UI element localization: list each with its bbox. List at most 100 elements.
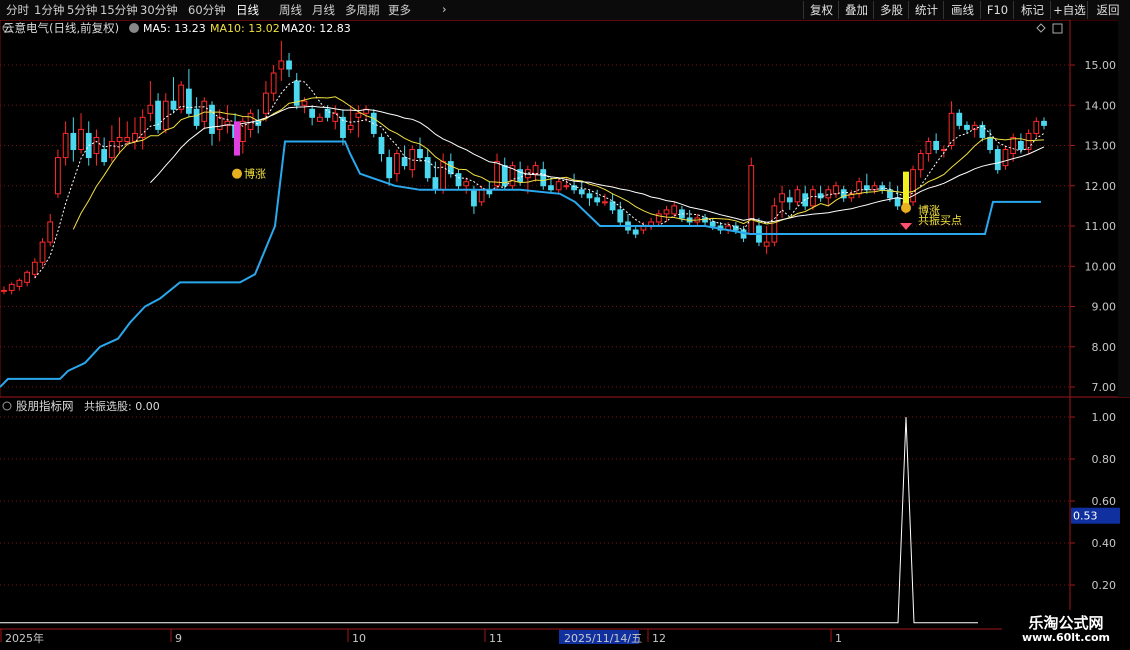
candle-body[interactable] [401,157,408,167]
candle-body[interactable] [101,149,108,163]
diamond-icon[interactable] [1036,23,1046,33]
candle-body[interactable] [394,153,400,175]
candle-body[interactable] [55,157,61,195]
candle-body[interactable] [70,132,77,151]
candle-body[interactable] [47,221,54,243]
toolbar-button-5[interactable]: F10 [980,1,1014,19]
candle-body[interactable] [578,189,585,195]
candle-body[interactable] [31,261,38,275]
candle-body[interactable] [540,169,547,187]
toolbar-button-3[interactable]: 统计 [908,1,944,19]
candle-body[interactable] [1041,120,1047,126]
candle-body[interactable] [378,136,385,155]
candle-body[interactable] [78,128,84,151]
candle-body[interactable] [170,100,177,110]
candle-body[interactable] [124,136,131,142]
candle-body[interactable] [347,124,354,130]
candle-body[interactable] [16,279,23,287]
candle-body[interactable] [994,149,1001,171]
candle-body[interactable] [602,201,608,204]
timeframe-10[interactable]: 更多 [388,2,411,18]
timeframe-8[interactable]: 月线 [312,2,335,18]
candle-body[interactable] [825,189,832,199]
candle-body[interactable] [1018,140,1024,151]
candle-body[interactable] [671,205,678,215]
candle-body[interactable] [663,209,670,215]
candle-body[interactable] [833,185,839,195]
toolbar-button-7[interactable]: +自选 [1050,1,1088,19]
candle-body[interactable] [24,271,30,283]
candle-body[interactable] [632,229,639,235]
settings-circle-icon[interactable] [129,23,139,33]
candle-body[interactable] [62,132,69,159]
candle-body[interactable] [1010,136,1017,155]
candle-body[interactable] [810,189,816,207]
candle-body[interactable] [239,120,246,142]
candle-body[interactable] [278,60,285,70]
candle-body[interactable] [779,193,785,203]
candle-body[interactable] [193,108,200,126]
candle-body[interactable] [987,136,993,151]
candle-body[interactable] [871,185,878,191]
candle-body[interactable] [979,124,986,138]
candle-body[interactable] [1025,132,1032,151]
candle-body[interactable] [548,185,554,191]
candle-body[interactable] [532,165,539,175]
timeframe-6[interactable]: 日线 [236,2,259,18]
candle-body[interactable] [93,136,100,155]
candle-body[interactable] [39,241,46,263]
candle-body[interactable] [139,116,146,138]
candle-body[interactable] [594,197,601,203]
maximize-icon[interactable] [1052,23,1063,34]
candle-body[interactable] [555,181,562,191]
toolbar-button-2[interactable]: 多股 [873,1,909,19]
candle-body[interactable] [894,197,901,207]
candle-body[interactable] [763,241,770,247]
candle-body[interactable] [863,185,870,191]
timeframe-1[interactable]: 1分钟 [34,2,64,18]
candle-body[interactable] [794,189,801,203]
candle-body[interactable] [155,100,161,130]
candle-body[interactable] [316,116,323,122]
candle-body[interactable] [455,173,462,187]
toolbar-button-1[interactable]: 叠加 [838,1,874,19]
toolbar-button-0[interactable]: 复权 [803,1,839,19]
candle-body[interactable] [108,140,115,159]
candle-body[interactable] [355,112,362,118]
candle-body[interactable] [1033,120,1040,134]
kline-chart[interactable]: 15.0014.0013.0012.0011.0010.009.008.007.… [0,20,1130,650]
candle-body[interactable] [116,136,123,142]
candle-body[interactable] [309,108,316,118]
timeframe-4[interactable]: 30分钟 [140,2,178,18]
candle-body[interactable] [1,289,7,292]
candle-body[interactable] [186,88,192,114]
candle-body[interactable] [417,149,423,159]
sub-collapse-toggle-icon[interactable] [2,401,12,411]
candle-body[interactable] [478,189,485,203]
candle-body[interactable] [933,140,940,151]
more-chevron-icon[interactable]: › [442,2,447,16]
candle-body[interactable] [917,153,924,171]
candle-body[interactable] [856,181,862,195]
timeframe-7[interactable]: 周线 [279,2,302,18]
candle-body[interactable] [147,104,154,114]
candle-body[interactable] [440,161,446,191]
toolbar-button-8[interactable]: 返回 [1087,1,1128,19]
timeframe-0[interactable]: 分时 [6,2,29,18]
candle-body[interactable] [748,165,755,235]
candle-body[interactable] [609,201,616,211]
candle-body[interactable] [162,100,169,130]
candle-body[interactable] [709,221,716,227]
candle-body[interactable] [301,100,308,106]
candle-body[interactable] [447,161,454,175]
candle-body[interactable] [201,100,208,122]
timeframe-9[interactable]: 多周期 [345,2,380,18]
candle-body[interactable] [432,177,439,191]
timeframe-3[interactable]: 15分钟 [100,2,138,18]
candle-body[interactable] [324,108,331,118]
candle-body[interactable] [463,181,470,187]
candle-body[interactable] [386,157,393,179]
candle-body[interactable] [956,112,963,126]
candle-body[interactable] [1002,149,1009,167]
candle-body[interactable] [925,140,932,155]
